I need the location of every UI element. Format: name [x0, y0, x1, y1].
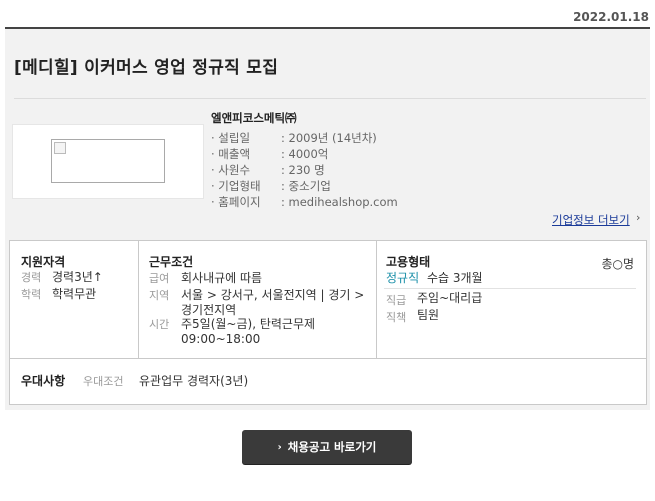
job-title: [메디힐] 이커머스 영업 정규직 모집 [14, 58, 279, 78]
company-logo-box [12, 124, 204, 199]
chevron-right-icon: › [636, 211, 641, 224]
info-value: : 2009년 (14년차) [281, 131, 377, 145]
detail-row-divider [10, 358, 646, 359]
employment-type: 정규직 [386, 271, 420, 285]
conditions-column: 근무조건 급여 회사내규에 따름 지역 서울 > 강서구, 서울전지역 | 경기… [138, 241, 377, 358]
info-company-type: · 기업형태 : 중소기업 [211, 178, 398, 194]
info-homepage: · 홈페이지 : medihealshop.com [211, 194, 398, 210]
education-value: 학력무관 [52, 287, 97, 301]
hours-row: 시간 주5일(월~금), 탄력근무제09:00~18:00 [149, 317, 369, 347]
info-value: : 4000억 [281, 147, 329, 161]
info-label: · 매출액 [211, 147, 251, 161]
company-info-more-link[interactable]: 기업정보 더보기 [552, 212, 630, 228]
experience-value: 경력3년↑ [52, 270, 103, 284]
title-divider [14, 98, 646, 99]
company-name[interactable]: 엘앤피코스메틱㈜ [211, 110, 297, 126]
info-revenue: · 매출액 : 4000억 [211, 146, 398, 162]
info-label: · 홈페이지 [211, 195, 261, 209]
info-employees: · 사원수 : 230 명 [211, 162, 398, 178]
salary-value: 회사내규에 따름 [181, 271, 263, 285]
info-value: : 중소기업 [281, 179, 331, 193]
chevron-right-icon: › [277, 441, 282, 453]
employment-column: 고용형태 총○명 정규직 수습 3개월 직급 주임~대리급 직책 팀원 [376, 241, 646, 358]
apply-button[interactable]: › 채용공고 바로가기 [242, 430, 412, 464]
employment-title: 고용형태 [386, 255, 431, 269]
hours-value: 주5일(월~금), 탄력근무제09:00~18:00 [181, 317, 316, 346]
probation-note: 수습 3개월 [426, 271, 483, 285]
info-value: : medihealshop.com [281, 195, 398, 209]
location-row: 지역 서울 > 강서구, 서울전지역 | 경기 > 경기전지역 [149, 288, 369, 318]
company-logo-image [51, 139, 165, 183]
info-founded: · 설립일 : 2009년 (14년차) [211, 130, 398, 146]
position-level-value: 주임~대리급 [417, 291, 483, 305]
location-value: 서울 > 강서구, 서울전지역 | 경기 > 경기전지역 [181, 288, 365, 317]
education-row: 학력 학력무관 [21, 287, 133, 302]
headcount: 총○명 [601, 257, 634, 271]
role-value: 팀원 [417, 308, 440, 322]
employment-separator [384, 288, 636, 289]
qualification-column: 지원자격 경력 경력3년↑ 학력 학력무관 [10, 241, 139, 358]
qualification-title: 지원자격 [21, 255, 66, 269]
company-info-list: · 설립일 : 2009년 (14년차) · 매출액 : 4000억 · 사원수 : … [211, 130, 398, 210]
info-label: · 설립일 [211, 131, 251, 145]
hours-key: 시간 [149, 318, 170, 331]
education-key: 학력 [21, 288, 42, 301]
role-key: 직책 [386, 311, 407, 324]
position-level-row: 직급 주임~대리급 [386, 291, 636, 307]
conditions-title: 근무조건 [149, 255, 194, 269]
experience-key: 경력 [21, 271, 42, 284]
experience-row: 경력 경력3년↑ [21, 270, 133, 285]
info-label: · 기업형태 [211, 179, 261, 193]
preference-key: 우대조건 [83, 375, 124, 388]
info-value: : 230 명 [281, 163, 325, 177]
preference-value: 유관업무 경력자(3년) [139, 374, 249, 388]
apply-button-label: 채용공고 바로가기 [287, 440, 377, 454]
location-key: 지역 [149, 289, 170, 302]
employment-type-row: 정규직 수습 3개월 [386, 271, 636, 286]
preference-title: 우대사항 [21, 374, 66, 388]
salary-key: 급여 [149, 272, 170, 285]
position-level-key: 직급 [386, 294, 407, 307]
salary-row: 급여 회사내규에 따름 [149, 271, 369, 286]
job-detail-box: 지원자격 경력 경력3년↑ 학력 학력무관 근무조건 급여 회사내규에 따름 지… [9, 240, 647, 405]
role-row: 직책 팀원 [386, 308, 636, 324]
info-label: · 사원수 [211, 163, 251, 177]
broken-image-icon [54, 142, 66, 154]
posting-date: 2022.01.18 [573, 10, 649, 24]
